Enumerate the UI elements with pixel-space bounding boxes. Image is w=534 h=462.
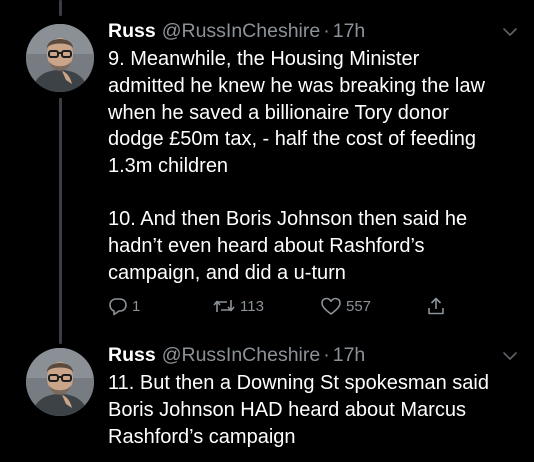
timestamp[interactable]: 17h — [333, 20, 366, 43]
tweet-text-paragraph: 10. And then Boris Johnson then said he … — [108, 206, 520, 286]
tweet-header: Russ @RussInCheshire · 17h — [108, 342, 520, 368]
text-line: dodge £50m tax, - half the cost of feedi… — [108, 128, 477, 151]
text-line: campaign, and did a u-turn — [108, 261, 346, 284]
text-line: hadn’t even heard about Rashford’s — [108, 234, 425, 257]
like-count: 557 — [346, 297, 372, 315]
heart-icon — [321, 297, 341, 315]
avatar[interactable] — [26, 24, 94, 92]
avatar-image — [26, 348, 94, 416]
separator-dot: · — [323, 343, 330, 366]
text-line: admitted he knew he was breaking the law — [108, 74, 485, 97]
text-line: 1.3m children — [108, 155, 229, 178]
tweet-text-paragraph: 11. But then a Downing St spokesman said… — [108, 370, 520, 450]
author-name[interactable]: Russ — [108, 344, 156, 367]
retweet-count: 113 — [240, 297, 264, 315]
text-line: 9. Meanwhile, the Housing Minister — [108, 48, 420, 70]
reply-icon — [109, 298, 127, 316]
retweet-icon — [213, 300, 235, 312]
chevron-down-icon[interactable] — [502, 26, 518, 38]
chevron-down-icon[interactable] — [502, 350, 518, 362]
text-line: 11. But then a Downing St spokesman said — [108, 372, 489, 394]
reply-count: 1 — [132, 297, 141, 315]
avatar-image — [26, 24, 94, 92]
reply-button[interactable]: 1 — [108, 294, 140, 318]
timestamp[interactable]: 17h — [333, 344, 366, 367]
text-line: 10. And then Boris Johnson then said he — [108, 207, 468, 230]
author-handle[interactable]: @RussInCheshire — [162, 344, 321, 367]
share-button[interactable] — [426, 294, 446, 318]
share-icon — [428, 297, 444, 315]
like-button[interactable]: 557 — [320, 294, 371, 318]
tweet-text-paragraph: 9. Meanwhile, the Housing Minister admit… — [108, 46, 520, 180]
text-line: Rashford’s campaign — [108, 425, 296, 448]
tweet-2[interactable]: Russ @RussInCheshire · 17h 11. But then … — [0, 340, 534, 462]
author-handle[interactable]: @RussInCheshire — [162, 20, 321, 43]
separator-dot: · — [323, 19, 330, 42]
tweet-actions: 1 113 557 — [108, 294, 528, 318]
text-line: Boris Johnson HAD heard about Marcus — [108, 398, 466, 421]
tweet-header: Russ @RussInCheshire · 17h — [108, 18, 520, 44]
avatar[interactable] — [26, 348, 94, 416]
tweet-thread: Russ @RussInCheshire · 17h 9. Meanwhile,… — [0, 0, 534, 462]
author-name[interactable]: Russ — [108, 20, 156, 43]
retweet-button[interactable]: 113 — [212, 294, 264, 318]
tweet-1[interactable]: Russ @RussInCheshire · 17h 9. Meanwhile,… — [0, 0, 534, 340]
text-line: when he saved a billionaire Tory donor — [108, 101, 449, 124]
